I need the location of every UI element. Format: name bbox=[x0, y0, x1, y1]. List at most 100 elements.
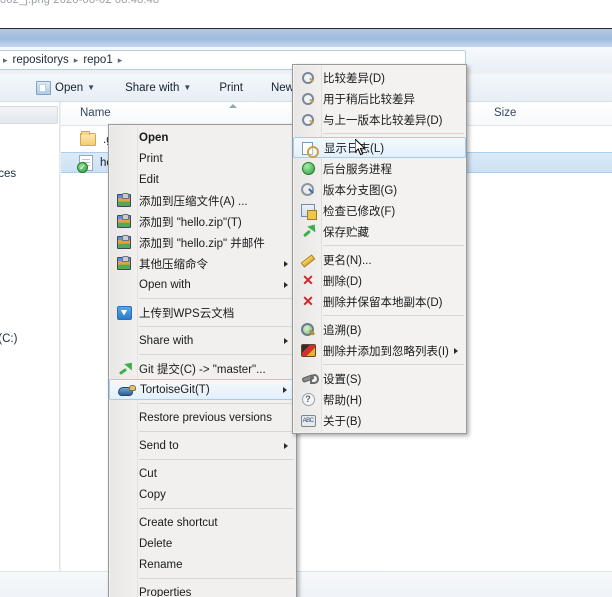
menu-item-send-to[interactable]: Send to bbox=[109, 435, 296, 456]
folder-icon bbox=[80, 131, 96, 146]
winrar-icon bbox=[117, 214, 131, 228]
submenu-item-revision-graph[interactable]: 版本分支图(G) bbox=[293, 179, 466, 200]
menu-icon-slot bbox=[109, 211, 139, 232]
menu-item-label: 添加到 "hello.zip"(T) bbox=[139, 216, 242, 229]
toolbar-share-with-label: Share with bbox=[125, 81, 180, 94]
menu-item-upload-to-wps-cloud[interactable]: 上传到WPS云文档 bbox=[109, 302, 296, 323]
menu-item-label: Restore previous versions bbox=[139, 411, 272, 424]
menu-icon-slot bbox=[109, 127, 139, 148]
submenu-item-show-log[interactable]: 显示日志(L) bbox=[293, 137, 466, 158]
menu-icon-slot bbox=[110, 380, 140, 399]
submenu-item-settings[interactable]: 设置(S) bbox=[293, 368, 466, 389]
menu-item-label: Open with bbox=[139, 278, 191, 291]
menu-item-open[interactable]: Open bbox=[109, 127, 296, 148]
menu-icon-slot bbox=[109, 435, 139, 456]
winrar-icon bbox=[117, 235, 131, 249]
menu-separator bbox=[139, 298, 294, 299]
breadcrumb-item-repositorys[interactable]: repositorys bbox=[10, 54, 72, 66]
column-header-size[interactable]: Size bbox=[494, 107, 516, 119]
menu-separator bbox=[139, 431, 294, 432]
chevron-down-icon[interactable]: ▼ bbox=[87, 83, 95, 92]
menu-icon-slot bbox=[293, 249, 323, 270]
menu-item-label: 追溯(B) bbox=[323, 324, 362, 337]
menu-item-rename[interactable]: Rename bbox=[109, 554, 296, 575]
menu-item-label: Create shortcut bbox=[139, 516, 218, 529]
chevron-down-icon[interactable]: ▼ bbox=[183, 83, 191, 92]
submenu-item-delete[interactable]: ✕ 删除(D) bbox=[293, 270, 466, 291]
sort-ascending-icon bbox=[229, 104, 237, 108]
menu-item-add-to-hello-zip-and-email[interactable]: 添加到 "hello.zip" 并邮件 bbox=[109, 232, 296, 253]
submenu-item-rename[interactable]: 更名(N)... bbox=[293, 249, 466, 270]
submenu-arrow-icon bbox=[284, 442, 288, 449]
submenu-item-diff-later[interactable]: 用于稍后比较差异 bbox=[293, 88, 466, 109]
menu-icon-slot bbox=[109, 148, 139, 169]
menu-separator bbox=[323, 364, 464, 365]
settings-icon bbox=[301, 372, 319, 385]
winrar-icon bbox=[117, 193, 131, 207]
submenu-item-diff[interactable]: 比较差异(D) bbox=[293, 67, 466, 88]
check-modifications-icon bbox=[301, 204, 317, 220]
menu-separator bbox=[323, 133, 464, 134]
menu-icon-slot bbox=[293, 158, 323, 179]
submenu-item-blame[interactable]: 追溯(B) bbox=[293, 319, 466, 340]
toolbar-share-with-button[interactable]: Share with ▼ bbox=[115, 79, 201, 97]
menu-icon-slot bbox=[109, 169, 139, 190]
menu-item-properties[interactable]: Properties bbox=[109, 582, 296, 597]
menu-item-label: Open bbox=[139, 131, 169, 144]
submenu-item-daemon[interactable]: 后台服务进程 bbox=[293, 158, 466, 179]
menu-icon-slot bbox=[109, 554, 139, 575]
winrar-icon bbox=[117, 256, 131, 270]
menu-icon-slot bbox=[109, 190, 139, 211]
submenu-item-delete-keep-local[interactable]: ✕ 删除并保留本地副本(D) bbox=[293, 291, 466, 312]
menu-item-add-to-archive[interactable]: 添加到压缩文件(A) ... bbox=[109, 190, 296, 211]
menu-item-label: 检查已修改(F) bbox=[323, 205, 396, 218]
menu-separator bbox=[139, 326, 294, 327]
text-file-icon: ✓ bbox=[77, 154, 93, 173]
menu-item-edit[interactable]: Edit bbox=[109, 169, 296, 190]
menu-item-label: 关于(B) bbox=[323, 415, 362, 428]
menu-item-label: TortoiseGit(T) bbox=[140, 383, 210, 396]
submenu-item-delete-and-ignore[interactable]: 删除并添加到忽略列表(I) bbox=[293, 340, 466, 361]
menu-item-open-with[interactable]: Open with bbox=[109, 274, 296, 295]
menu-item-label: Delete bbox=[139, 537, 173, 550]
menu-icon-slot bbox=[294, 138, 324, 158]
status-bar bbox=[0, 571, 612, 597]
menu-item-create-shortcut[interactable]: Create shortcut bbox=[109, 512, 296, 533]
menu-item-print[interactable]: Print bbox=[109, 148, 296, 169]
menu-icon-slot bbox=[293, 200, 323, 221]
submenu-item-help[interactable]: ? 帮助(H) bbox=[293, 389, 466, 410]
menu-separator bbox=[139, 403, 294, 404]
menu-item-restore-previous-versions[interactable]: Restore previous versions bbox=[109, 407, 296, 428]
context-menu[interactable]: Open Print Edit 添加到压缩文件(A) ... 添加到 "hell… bbox=[108, 124, 297, 597]
menu-icon-slot bbox=[109, 302, 139, 323]
submenu-item-about[interactable]: ABC 关于(B) bbox=[293, 410, 466, 431]
sidebar-item-recent-places[interactable]: Recent Places bbox=[0, 168, 16, 180]
menu-item-add-to-hello-zip[interactable]: 添加到 "hello.zip"(T) bbox=[109, 211, 296, 232]
menu-item-tortoisegit[interactable]: TortoiseGit(T) bbox=[109, 379, 296, 400]
daemon-green-icon bbox=[301, 162, 315, 175]
menu-item-share-with[interactable]: Share with bbox=[109, 330, 296, 351]
menu-item-delete[interactable]: Delete bbox=[109, 533, 296, 554]
menu-icon-slot: ABC bbox=[293, 410, 323, 431]
submenu-item-check-modifications[interactable]: 检查已修改(F) bbox=[293, 200, 466, 221]
menu-icon-slot bbox=[293, 340, 323, 361]
sidebar-item-local-disk-c[interactable]: Local Disk (C:) bbox=[0, 333, 17, 345]
delete-x-icon: ✕ bbox=[302, 271, 314, 288]
submenu-item-stash-save[interactable]: 保存贮藏 bbox=[293, 221, 466, 242]
tortoisegit-submenu[interactable]: 比较差异(D) 用于稍后比较差异 与上一版本比较差异(D) 显示日志(L) 后台… bbox=[292, 64, 467, 434]
toolbar-open-button[interactable]: Open ▼ bbox=[26, 78, 105, 98]
toolbar-print-button[interactable]: Print bbox=[209, 79, 253, 97]
menu-item-label: Print bbox=[139, 152, 163, 165]
show-log-icon bbox=[302, 141, 319, 158]
menu-item-cut[interactable]: Cut bbox=[109, 463, 296, 484]
menu-item-git-commit[interactable]: Git 提交(C) -> "master"... bbox=[109, 358, 296, 379]
toolbar-print-label: Print bbox=[219, 81, 243, 94]
revision-graph-icon bbox=[301, 182, 315, 197]
navigation-pane: Favorites Desktop Downloads Recent Place… bbox=[0, 102, 60, 571]
tortoise-icon bbox=[117, 384, 136, 396]
submenu-item-diff-previous[interactable]: 与上一版本比较差异(D) bbox=[293, 109, 466, 130]
column-header-name[interactable]: Name bbox=[80, 107, 111, 119]
breadcrumb-item-repo1[interactable]: repo1 bbox=[80, 54, 115, 66]
menu-item-other-archive-commands[interactable]: 其他压缩命令 bbox=[109, 253, 296, 274]
menu-item-copy[interactable]: Copy bbox=[109, 484, 296, 505]
